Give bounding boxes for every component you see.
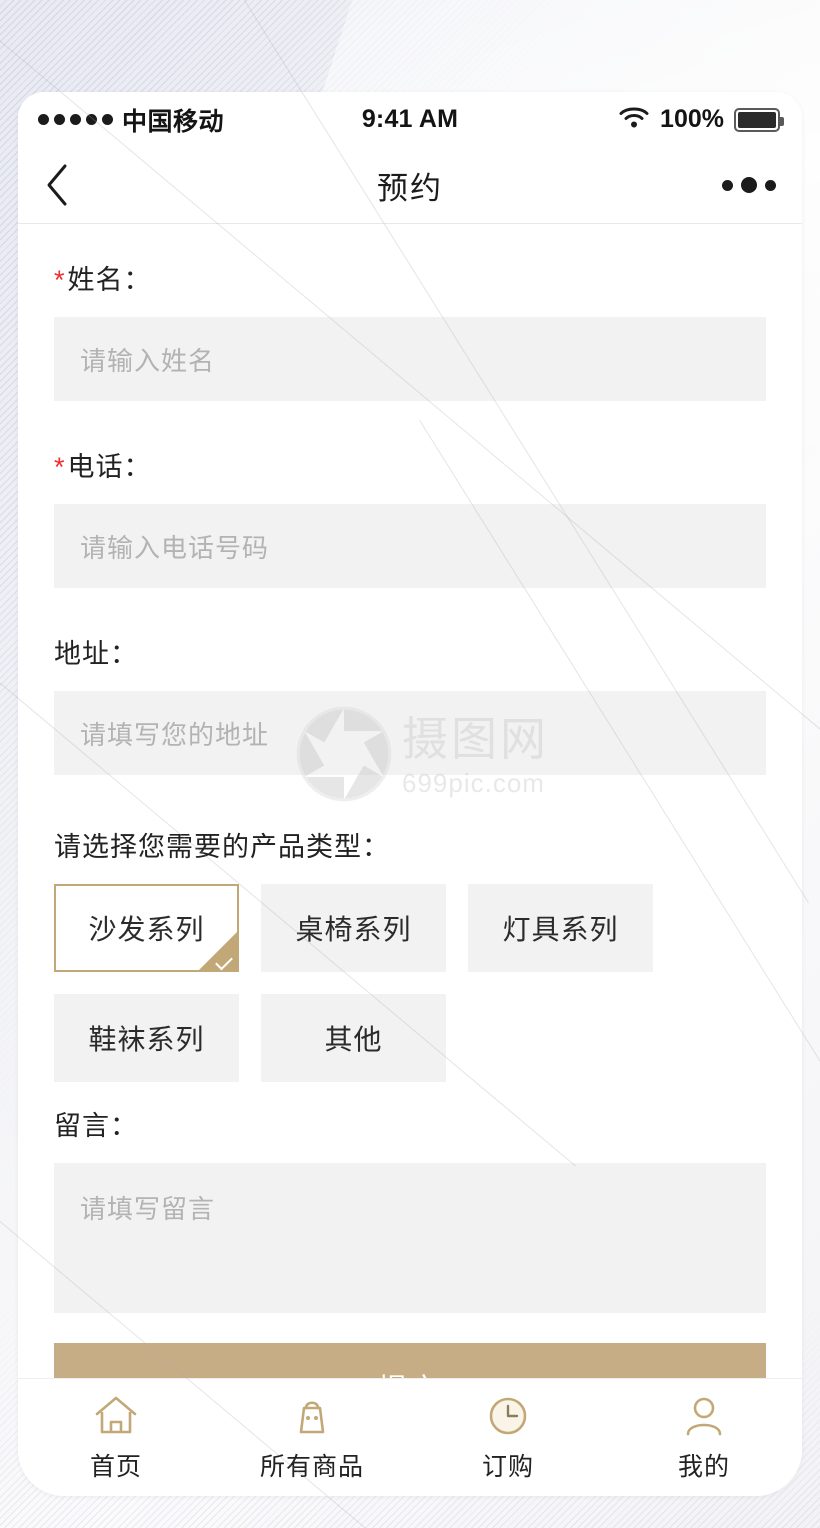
tab-label: 我的: [677, 1453, 730, 1481]
battery-percent-label: 100%: [660, 105, 724, 133]
page-backdrop: 中国移动 9:41 AM 100% 预约 * 姓名： 请输入姓名 * 电话： 请…: [0, 0, 820, 1528]
tab-all-products[interactable]: 所有商品: [214, 1393, 410, 1483]
field-product-type: 请选择您需要的产品类型： 沙发系列 桌椅系列 灯具系列 鞋袜系列 其他: [54, 825, 766, 1082]
nav-bar: 预约: [18, 147, 802, 224]
page-title: 预约: [377, 170, 443, 206]
phone-input[interactable]: 请输入电话号码: [54, 504, 766, 588]
product-type-row-2: 鞋袜系列 其他: [54, 994, 766, 1082]
phone-label: 电话：: [67, 452, 152, 482]
required-asterisk: *: [54, 265, 66, 295]
tab-label: 首页: [89, 1453, 142, 1481]
user-icon: [680, 1393, 728, 1439]
field-address: 地址： 请填写您的地址: [54, 632, 766, 775]
address-input[interactable]: 请填写您的地址: [54, 691, 766, 775]
product-chip-label: 灯具系列: [502, 914, 619, 945]
name-label-row: * 姓名：: [54, 258, 766, 297]
tab-profile[interactable]: 我的: [606, 1393, 802, 1483]
tab-label: 所有商品: [259, 1453, 364, 1481]
status-bar-left: 中国移动: [38, 102, 409, 138]
name-label: 姓名：: [67, 265, 152, 295]
product-chip-label: 沙发系列: [88, 914, 205, 945]
more-horizontal-icon: [722, 179, 733, 191]
product-chip-label: 鞋袜系列: [88, 1024, 205, 1055]
product-chip-label: 桌椅系列: [295, 914, 412, 945]
field-message: 留言： 请填写留言: [54, 1104, 766, 1313]
product-chip-other[interactable]: 其他: [261, 994, 446, 1082]
more-options-button[interactable]: [722, 177, 776, 193]
chevron-left-icon: [47, 164, 67, 206]
message-label: 留言：: [54, 1111, 138, 1141]
shopping-bag-icon: [288, 1393, 336, 1439]
phone-label-row: * 电话：: [54, 445, 766, 484]
phone-screen: 中国移动 9:41 AM 100% 预约 * 姓名： 请输入姓名 * 电话： 请…: [18, 92, 802, 1496]
tab-home[interactable]: 首页: [18, 1393, 214, 1483]
product-chip-label: 其他: [324, 1024, 383, 1055]
home-icon: [92, 1393, 140, 1439]
field-phone: * 电话： 请输入电话号码: [54, 445, 766, 588]
product-chip-shoes-socks[interactable]: 鞋袜系列: [54, 994, 239, 1082]
appointment-form: * 姓名： 请输入姓名 * 电话： 请输入电话号码 地址： 请填写您的地址 请选…: [18, 224, 802, 1431]
carrier-label: 中国移动: [122, 107, 225, 136]
address-label-row: 地址：: [54, 632, 766, 671]
required-asterisk: *: [54, 452, 66, 482]
message-textarea[interactable]: 请填写留言: [54, 1163, 766, 1313]
product-type-row-1: 沙发系列 桌椅系列 灯具系列: [54, 884, 766, 972]
product-type-label: 请选择您需要的产品类型：: [54, 832, 390, 862]
address-label: 地址：: [54, 639, 138, 669]
message-label-row: 留言：: [54, 1104, 766, 1143]
status-bar-right: 100%: [409, 105, 784, 134]
status-bar: 中国移动 9:41 AM 100%: [18, 92, 802, 147]
tab-orders[interactable]: 订购: [410, 1393, 606, 1483]
wifi-icon: [618, 105, 650, 134]
back-button[interactable]: [44, 163, 114, 207]
battery-full-icon: [734, 107, 784, 132]
product-chip-table-chair[interactable]: 桌椅系列: [261, 884, 446, 972]
name-input[interactable]: 请输入姓名: [54, 317, 766, 401]
signal-dots-icon: [38, 114, 113, 125]
field-name: * 姓名： 请输入姓名: [54, 258, 766, 401]
tab-bar: 首页 所有商品 订购 我的: [18, 1378, 802, 1496]
tab-label: 订购: [481, 1453, 534, 1481]
product-chip-sofa[interactable]: 沙发系列: [54, 884, 239, 972]
product-chip-lighting[interactable]: 灯具系列: [468, 884, 653, 972]
clock-icon: [484, 1393, 532, 1439]
